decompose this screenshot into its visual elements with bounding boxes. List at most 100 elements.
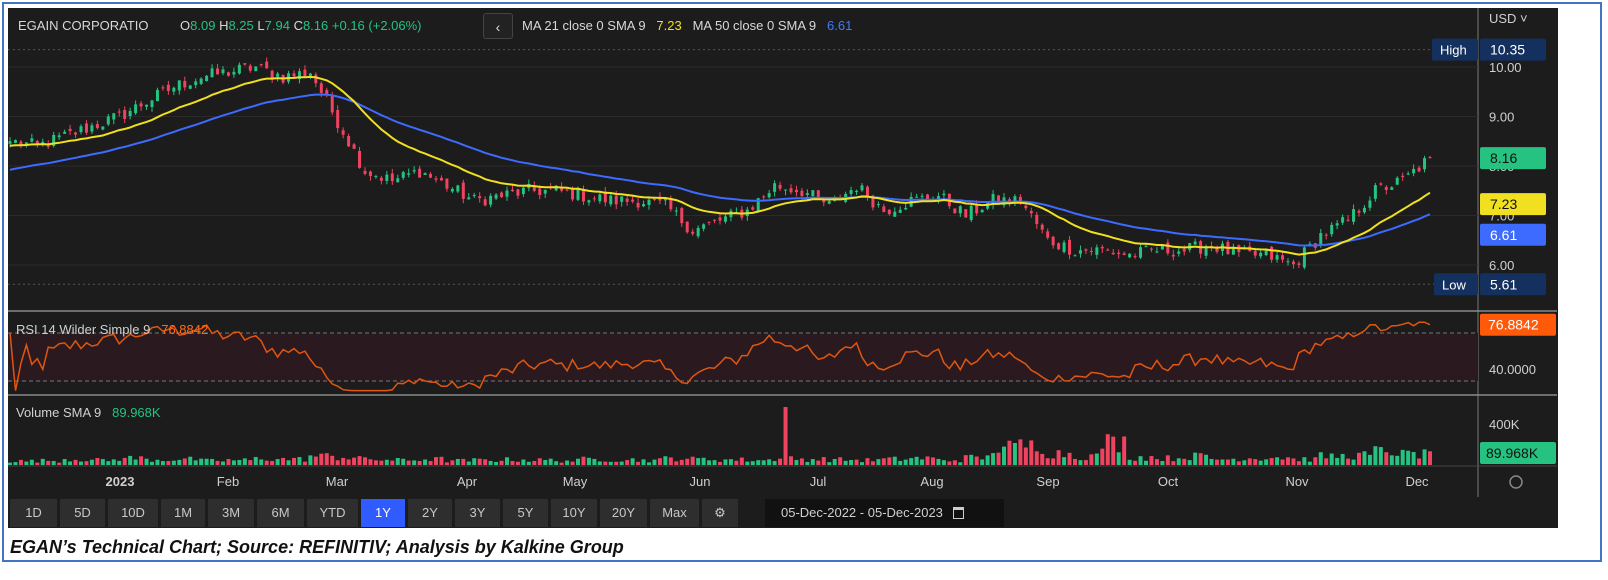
period-button-1y[interactable]: 1Y <box>361 499 405 527</box>
volume-bar <box>1165 455 1170 465</box>
candle <box>1341 214 1345 225</box>
candle-body <box>63 131 67 134</box>
period-button-2y[interactable]: 2Y <box>408 499 452 527</box>
candle <box>1335 220 1339 230</box>
candle-body <box>1373 185 1377 199</box>
volume-bar <box>876 459 881 465</box>
volume-bar <box>548 458 553 465</box>
period-selector: 1D 5D 10D 1M 3M 6M YTD 1Y 2Y 3Y 5Y 10Y 20Y Max ⚙ <box>10 499 738 527</box>
time-axis-label: Feb <box>217 474 239 489</box>
volume-bar <box>68 461 73 465</box>
calendar-icon[interactable] <box>952 507 964 519</box>
settings-icon[interactable] <box>1509 475 1523 489</box>
candle-body <box>254 66 258 72</box>
candle-body <box>347 136 351 147</box>
collapse-legend-button[interactable]: ‹ <box>483 13 513 39</box>
volume-bar <box>1018 439 1023 465</box>
date-to[interactable]: 05-Dec-2023 <box>868 505 943 520</box>
candle <box>1362 205 1366 214</box>
candle <box>139 100 143 111</box>
candle <box>1423 155 1427 173</box>
period-button-5d[interactable]: 5D <box>60 499 105 527</box>
volume-bar <box>89 459 94 465</box>
candle <box>177 80 181 95</box>
gear-icon[interactable]: ⚙ <box>702 499 738 527</box>
candle <box>980 208 984 213</box>
candle <box>625 195 629 206</box>
period-button-6m[interactable]: 6M <box>257 499 304 527</box>
volume-bar <box>1275 457 1280 465</box>
volume-bar <box>947 461 952 465</box>
candle-body <box>276 73 280 77</box>
candle <box>379 175 383 185</box>
candle <box>429 171 433 179</box>
volume-bar <box>1220 459 1225 465</box>
candle-body <box>1106 249 1110 251</box>
period-button-3m[interactable]: 3M <box>208 499 254 527</box>
volume-bar <box>160 461 165 465</box>
period-button-3y[interactable]: 3Y <box>455 499 500 527</box>
candle <box>1373 182 1377 202</box>
rsi-legend-value: 76.8842 <box>161 322 209 337</box>
chart-svg[interactable]: 10.009.008.007.006.00High10.35Low5.618.1… <box>0 0 1608 580</box>
volume-bar <box>1176 458 1181 465</box>
candle-body <box>964 209 968 218</box>
candle <box>90 122 94 135</box>
period-button-max[interactable]: Max <box>650 499 699 527</box>
volume-bar <box>1029 440 1034 465</box>
period-button-1d[interactable]: 1D <box>10 499 57 527</box>
currency-selector[interactable]: USD ˅ <box>1489 11 1528 26</box>
price-tick-label: 6.00 <box>1489 258 1514 273</box>
volume-bar <box>1154 459 1159 465</box>
volume-bar <box>526 461 531 465</box>
candle-body <box>516 189 520 196</box>
candle <box>1139 243 1143 260</box>
candle <box>1390 186 1394 190</box>
period-button-5y[interactable]: 5Y <box>503 499 548 527</box>
period-button-1m[interactable]: 1M <box>161 499 205 527</box>
candle <box>1155 247 1159 254</box>
candle <box>1346 215 1350 222</box>
candle <box>1117 249 1121 259</box>
period-button-ytd[interactable]: YTD <box>307 499 358 527</box>
candle <box>1275 251 1279 263</box>
candle <box>407 168 411 178</box>
date-range-picker[interactable]: 05-Dec-2022 - 05-Dec-2023 <box>765 499 1004 527</box>
candle-body <box>620 196 624 202</box>
volume-bar <box>1171 461 1176 465</box>
candle <box>1406 171 1410 176</box>
period-button-20y[interactable]: 20Y <box>600 499 647 527</box>
candle <box>1313 243 1317 251</box>
candle-body <box>445 178 449 189</box>
period-button-10d[interactable]: 10D <box>108 499 158 527</box>
volume-bar <box>259 459 264 465</box>
candle <box>1330 222 1334 237</box>
candle-body <box>674 210 678 212</box>
volume-bar <box>1373 446 1378 465</box>
date-from[interactable]: 05-Dec-2022 <box>781 505 856 520</box>
candle <box>1013 194 1017 207</box>
price-tick-label: 10.00 <box>1489 60 1522 75</box>
candle <box>1199 239 1203 259</box>
volume-bar <box>827 462 832 465</box>
candle-body <box>1406 173 1410 175</box>
volume-bar <box>1378 447 1383 465</box>
volume-bar <box>406 460 411 465</box>
candle-body <box>887 209 891 215</box>
candle-body <box>625 198 629 202</box>
candle <box>210 64 214 78</box>
candle <box>1078 245 1082 258</box>
volume-bar <box>100 459 105 465</box>
candle-body <box>827 201 831 204</box>
volume-bar <box>237 459 242 465</box>
volume-bar <box>1318 452 1323 465</box>
period-button-10y[interactable]: 10Y <box>551 499 597 527</box>
high-value: 8.25 <box>228 18 254 33</box>
candle <box>631 196 635 204</box>
candle <box>543 189 547 199</box>
candle <box>680 206 684 227</box>
candle-body <box>1302 247 1306 268</box>
candle <box>1286 258 1290 266</box>
volume-bar <box>188 456 193 465</box>
candle-body <box>494 194 498 199</box>
